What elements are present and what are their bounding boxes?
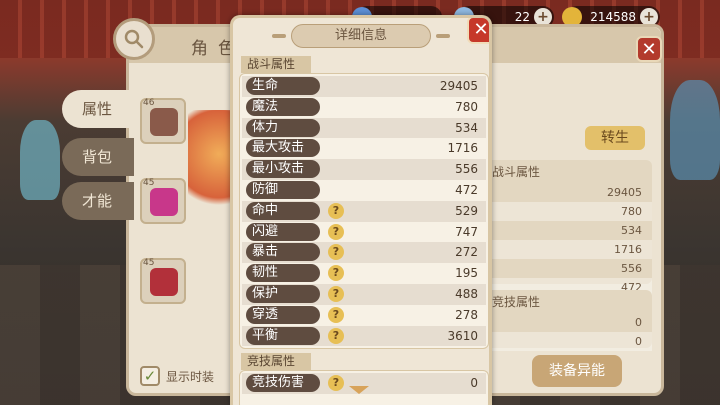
summary-value: 780 (486, 202, 652, 221)
battle-section-title: 战斗属性 (241, 56, 311, 73)
arena-section-title: 竞技属性 (241, 353, 311, 370)
tab-talent[interactable]: 才能 (62, 182, 134, 220)
stat-label: 闪避 (246, 222, 320, 241)
stat-row: 生命 29405 (242, 76, 486, 97)
stat-row: 平衡? 3610 (242, 325, 486, 347)
stat-label: 命中 (246, 201, 320, 220)
rebirth-button[interactable]: 转生 (585, 126, 645, 150)
stat-label: 防御 (246, 180, 320, 199)
equip-level: 45 (143, 178, 155, 188)
equip-special-button[interactable]: 装备异能 (532, 355, 622, 387)
stat-value: 29405 (439, 79, 478, 93)
right-arena-header: 竞技属性 (492, 295, 541, 309)
stat-value: 0 (470, 376, 478, 390)
summary-value: 1716 (486, 240, 652, 259)
help-icon[interactable]: ? (328, 265, 344, 282)
stat-label: 韧性 (246, 264, 320, 283)
stat-value: 488 (455, 286, 478, 301)
stat-value: 195 (455, 266, 478, 281)
detail-close-button[interactable]: ✕ (467, 18, 489, 44)
tab-backpack[interactable]: 背包 (62, 138, 134, 176)
stat-value: 747 (455, 224, 478, 239)
help-icon[interactable]: ? (328, 285, 344, 302)
stat-label: 生命 (246, 77, 320, 95)
help-icon[interactable]: ? (328, 223, 344, 240)
tab-label: 才能 (82, 192, 113, 210)
stat-row: 闪避? 747 (242, 221, 486, 243)
stat-row: 暴击? 272 (242, 242, 486, 264)
equip-slot-boots[interactable]: 45 (140, 258, 186, 304)
stat-row: 韧性? 195 (242, 263, 486, 284)
tab-label: 背包 (82, 148, 113, 166)
stat-value: 556 (455, 162, 478, 177)
summary-value: 534 (621, 224, 642, 237)
stat-row: 最大攻击 1716 (242, 138, 486, 160)
stat-row: 保护? 488 (242, 283, 486, 305)
search-icon (124, 29, 144, 49)
role-panel-close-button[interactable]: ✕ (636, 36, 662, 62)
stat-label: 穿透 (246, 305, 320, 324)
stat-row: 最小攻击 556 (242, 159, 486, 180)
stat-label: 平衡 (246, 326, 320, 345)
stat-row: 命中? 529 (242, 200, 486, 222)
equip-slot-armor[interactable]: 45 (140, 178, 186, 224)
equip-level: 46 (143, 98, 155, 108)
npc-character-right (670, 80, 720, 180)
stat-row: 体力 534 (242, 117, 486, 139)
help-icon[interactable]: ? (328, 306, 344, 323)
resource-value: 214588 (590, 10, 636, 24)
stat-row: 防御 472 (242, 179, 486, 201)
equip-slot-helmet[interactable]: 46 (140, 98, 186, 144)
stat-value: 278 (455, 307, 478, 322)
tab-label: 属性 (82, 100, 113, 118)
help-icon[interactable]: ? (328, 244, 344, 261)
character-model (188, 110, 232, 220)
detail-title: 详细信息 (272, 24, 450, 48)
stat-value: 472 (455, 182, 478, 197)
stat-row: 魔法 780 (242, 96, 486, 118)
right-arena-summary: 竞技属性 0 0 (486, 290, 652, 351)
stat-value: 534 (455, 120, 478, 135)
stat-row: 穿透? 278 (242, 304, 486, 326)
stat-value: 272 (455, 245, 478, 260)
stat-label: 保护 (246, 284, 320, 303)
equip-level: 45 (143, 258, 155, 268)
stat-label: 竞技伤害 (246, 374, 320, 392)
armor-icon (150, 188, 178, 216)
right-battle-header: 战斗属性 (492, 165, 541, 179)
stat-value: 1716 (447, 141, 478, 156)
stat-label: 最小攻击 (246, 160, 320, 179)
summary-value: 556 (621, 262, 642, 275)
stat-label: 体力 (246, 118, 320, 137)
help-icon[interactable]: ? (328, 327, 344, 344)
stat-label: 最大攻击 (246, 139, 320, 158)
boots-icon (150, 268, 178, 296)
show-fashion-label: 显示时装 (166, 369, 215, 384)
show-fashion-toggle[interactable]: ✓ 显示时装 (140, 366, 214, 386)
battle-stats-list[interactable]: 生命 29405 魔法 780 体力 534 最大攻击 1716 最小攻击 556 防御 472 命中?… (239, 73, 489, 349)
help-icon[interactable]: ? (328, 202, 344, 219)
npc-character-left (20, 120, 60, 200)
show-fashion-checkbox[interactable]: ✓ (140, 366, 160, 386)
right-battle-summary: 战斗属性 29405 780 534 1716 556 472 (486, 160, 652, 297)
help-icon[interactable]: ? (328, 375, 344, 391)
scroll-down-arrow-icon[interactable] (349, 386, 369, 394)
stat-value: 780 (455, 99, 478, 114)
helmet-icon (150, 108, 178, 136)
summary-value: 0 (635, 316, 642, 329)
summary-value: 0 (486, 332, 652, 351)
stat-label: 暴击 (246, 243, 320, 262)
stat-value: 3610 (447, 328, 478, 343)
detail-info-popup: 详细信息 ✕ 战斗属性 生命 29405 魔法 780 体力 534 最大攻击 1716 最小攻… (230, 15, 492, 405)
stat-value: 529 (455, 203, 478, 218)
tab-attributes[interactable]: 属性 (62, 90, 134, 128)
summary-value: 29405 (607, 186, 642, 199)
search-button[interactable] (113, 18, 155, 60)
stat-label: 魔法 (246, 97, 320, 116)
